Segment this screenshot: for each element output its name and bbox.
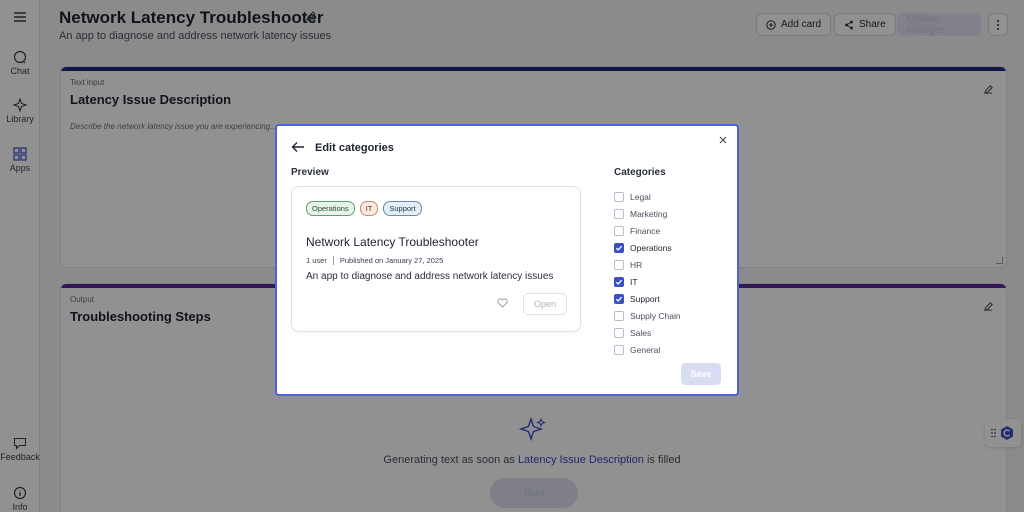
heart-icon[interactable] xyxy=(497,298,508,308)
tag-operations: Operations xyxy=(306,201,355,216)
preview-description: An app to diagnose and address network l… xyxy=(306,271,554,282)
category-option-support[interactable]: Support xyxy=(614,290,681,307)
category-option-finance[interactable]: Finance xyxy=(614,222,681,239)
checkbox[interactable] xyxy=(614,191,624,202)
category-option-marketing[interactable]: Marketing xyxy=(614,205,681,222)
category-label: Supply Chain xyxy=(630,310,681,321)
tag-support: Support xyxy=(383,201,422,216)
category-label: HR xyxy=(630,259,643,270)
categories-list: Legal Marketing Finance Operations HR IT Suppo… xyxy=(614,188,681,358)
preview-users: 1 user xyxy=(306,256,327,265)
close-icon[interactable] xyxy=(719,136,727,144)
checkbox[interactable] xyxy=(614,242,624,253)
checkbox[interactable] xyxy=(614,208,624,219)
check-icon xyxy=(615,279,623,285)
checkbox[interactable] xyxy=(614,344,624,355)
tag-it: IT xyxy=(359,201,379,216)
checkbox[interactable] xyxy=(614,327,624,338)
checkbox[interactable] xyxy=(614,225,624,236)
app-preview-card: Operations IT Support Network Latency Tr… xyxy=(291,186,581,332)
back-arrow-icon[interactable] xyxy=(291,141,305,153)
category-label: General xyxy=(630,344,661,355)
category-tags: Operations IT Support xyxy=(306,201,422,216)
dialog-title: Edit categories xyxy=(315,142,394,154)
category-label: Support xyxy=(630,293,660,304)
category-label: Sales xyxy=(630,327,652,338)
checkbox[interactable] xyxy=(614,259,624,270)
category-label: IT xyxy=(630,276,638,287)
category-option-hr[interactable]: HR xyxy=(614,256,681,273)
edit-categories-dialog: Edit categories Preview Categories Opera… xyxy=(275,124,739,396)
category-label: Marketing xyxy=(630,208,668,219)
checkbox[interactable] xyxy=(614,276,624,287)
preview-app-title: Network Latency Troubleshooter xyxy=(306,235,479,249)
category-label: Operations xyxy=(630,242,672,253)
category-option-legal[interactable]: Legal xyxy=(614,188,681,205)
categories-heading: Categories xyxy=(614,167,666,178)
category-label: Legal xyxy=(630,191,651,202)
category-option-supply-chain[interactable]: Supply Chain xyxy=(614,307,681,324)
category-option-general[interactable]: General xyxy=(614,341,681,358)
category-option-it[interactable]: IT xyxy=(614,273,681,290)
check-icon xyxy=(615,245,623,251)
save-button[interactable]: Save xyxy=(681,363,721,385)
checkbox[interactable] xyxy=(614,310,624,321)
meta-divider xyxy=(332,256,334,265)
checkbox[interactable] xyxy=(614,293,624,304)
category-option-operations[interactable]: Operations xyxy=(614,239,681,256)
category-option-sales[interactable]: Sales xyxy=(614,324,681,341)
category-label: Finance xyxy=(630,225,661,236)
preview-published: Published on January 27, 2025 xyxy=(339,256,444,265)
preview-heading: Preview xyxy=(291,167,329,178)
open-button[interactable]: Open xyxy=(523,293,567,315)
check-icon xyxy=(615,296,623,302)
preview-meta: 1 user Published on January 27, 2025 xyxy=(306,256,443,265)
